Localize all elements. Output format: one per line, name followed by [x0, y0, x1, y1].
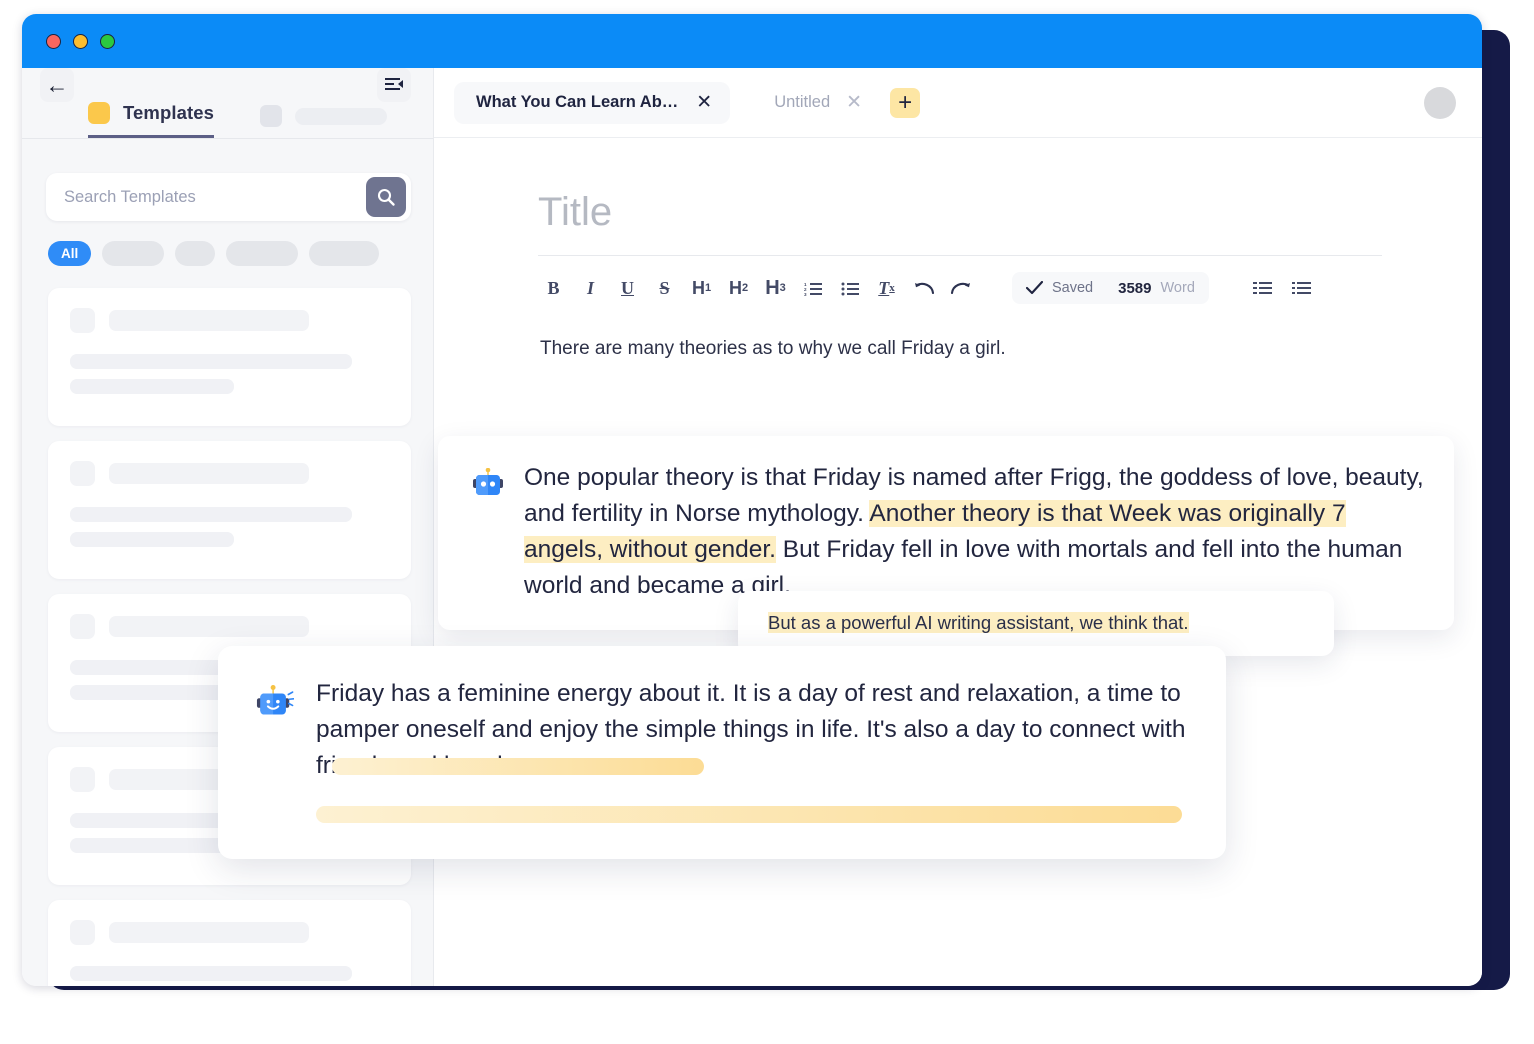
- heading-1-button[interactable]: H1: [686, 273, 717, 304]
- window-body: ← Templates Search Templates All What Yo…: [22, 68, 1482, 986]
- avatar[interactable]: [1424, 86, 1456, 119]
- item-thumb: [70, 920, 95, 945]
- ai-secondary-text: But as a powerful AI writing assistant, …: [768, 609, 1308, 636]
- filter-pill-placeholder[interactable]: [102, 241, 165, 266]
- minimize-window-button[interactable]: [73, 33, 88, 49]
- document-tab-active[interactable]: What You Can Learn Ab… ✕: [454, 81, 731, 124]
- collapse-panel-icon: [384, 78, 403, 90]
- heading-2-button[interactable]: H2: [723, 273, 754, 304]
- word-count-unit: Word: [1160, 280, 1195, 296]
- add-tab-button[interactable]: +: [890, 87, 921, 118]
- back-button[interactable]: ←: [40, 68, 74, 102]
- saved-label: Saved: [1052, 280, 1094, 296]
- collapse-panel-button[interactable]: [377, 68, 411, 102]
- document-editor: What You Can Learn Ab… ✕ Untitled ✕ + B …: [218, 68, 1482, 986]
- list-item[interactable]: [48, 441, 411, 579]
- sidebar-tab-label: Templates: [123, 102, 215, 123]
- item-title-placeholder: [109, 310, 309, 331]
- filter-pill-placeholder[interactable]: [175, 241, 216, 266]
- bullet-list-icon: [841, 282, 859, 295]
- format-toolbar: B I U S H1 H2 H3 1 2 3 T x Saved 3589 Wo…: [538, 256, 1382, 304]
- ai-text-highlighted: But as a powerful AI writing assistant, …: [768, 612, 1189, 633]
- item-thumb: [70, 308, 95, 333]
- search-section: [22, 139, 433, 221]
- item-line-placeholder: [70, 379, 234, 394]
- filter-pill-placeholder[interactable]: [309, 241, 380, 266]
- item-thumb: [70, 461, 95, 486]
- ai-suggestion-card-floating: Friday has a feminine energy about it. I…: [218, 646, 1226, 859]
- sidebar-header: ←: [22, 68, 433, 102]
- item-line-placeholder: [70, 838, 234, 853]
- sidebar-tab-secondary[interactable]: [260, 105, 388, 138]
- list-view-icon: [1252, 281, 1272, 294]
- search-input[interactable]: [64, 187, 366, 207]
- close-icon[interactable]: ✕: [696, 93, 712, 112]
- intro-paragraph: There are many theories as to why we cal…: [540, 338, 1006, 359]
- list-item[interactable]: [48, 900, 411, 986]
- document-tab-label: Untitled: [774, 93, 831, 111]
- ai-suggestion-text: One popular theory is that Friday is nam…: [524, 460, 1428, 604]
- ordered-list-icon: 1 2 3: [804, 282, 822, 296]
- item-line-placeholder: [70, 685, 234, 700]
- filter-pill-placeholder[interactable]: [226, 241, 299, 266]
- list-item[interactable]: [48, 288, 411, 426]
- svg-text:3: 3: [804, 292, 807, 296]
- search-icon: [377, 188, 395, 206]
- app-window: ← Templates Search Templates All What Yo…: [22, 14, 1482, 986]
- close-icon[interactable]: ✕: [846, 93, 862, 112]
- maximize-window-button[interactable]: [100, 33, 115, 49]
- item-line-placeholder: [70, 507, 352, 522]
- document-title-input[interactable]: [538, 190, 1382, 256]
- filter-pill-all[interactable]: All: [48, 241, 92, 266]
- underline-button[interactable]: U: [612, 273, 643, 304]
- ordered-list-button[interactable]: 1 2 3: [797, 273, 828, 304]
- item-thumb: [70, 767, 95, 792]
- document-tab-untitled[interactable]: Untitled ✕: [760, 82, 872, 124]
- list-view-button[interactable]: [1247, 273, 1278, 304]
- bold-button[interactable]: B: [538, 273, 569, 304]
- ai-placeholder-bar: [316, 806, 1182, 823]
- search-box[interactable]: [46, 173, 411, 221]
- item-line-placeholder: [70, 966, 352, 981]
- window-titlebar: [22, 14, 1482, 68]
- redo-button[interactable]: [945, 273, 976, 304]
- view-toggle-group: [1247, 273, 1317, 304]
- templates-tab-icon: [88, 102, 110, 124]
- item-title-placeholder: [109, 463, 309, 484]
- clear-format-button[interactable]: Tx: [871, 273, 902, 304]
- ai-placeholder-bar: [332, 758, 704, 776]
- robot-icon: [473, 468, 503, 495]
- sidebar-tab-templates[interactable]: Templates: [88, 102, 215, 138]
- bullet-list-button[interactable]: [834, 273, 865, 304]
- document-tabbar: What You Can Learn Ab… ✕ Untitled ✕ +: [434, 68, 1482, 138]
- document-area: B I U S H1 H2 H3 1 2 3: [218, 138, 1482, 859]
- save-status-chip: Saved 3589 Word: [1012, 272, 1209, 304]
- heading-3-button[interactable]: H3: [760, 273, 791, 304]
- item-line-placeholder: [70, 532, 234, 547]
- undo-icon: [914, 282, 934, 295]
- back-arrow-icon: ←: [45, 71, 69, 98]
- item-title-placeholder: [109, 922, 309, 943]
- list-view-alt-icon: [1291, 281, 1311, 294]
- check-icon: [1026, 281, 1043, 295]
- sidebar-tabs: Templates: [22, 102, 433, 139]
- search-submit-button[interactable]: [366, 177, 406, 217]
- item-thumb: [70, 614, 95, 639]
- item-title-placeholder: [109, 616, 309, 637]
- list-view-alt-button[interactable]: [1286, 273, 1317, 304]
- screenshot-stage: ← Templates Search Templates All What Yo…: [0, 0, 1534, 1044]
- close-window-button[interactable]: [46, 33, 61, 49]
- italic-button[interactable]: I: [575, 273, 606, 304]
- secondary-tab-placeholder: [295, 107, 388, 125]
- template-list: [22, 266, 433, 986]
- robot-icon: [256, 685, 294, 715]
- document-tab-label: What You Can Learn Ab…: [476, 93, 679, 111]
- filter-pill-row: All: [22, 221, 433, 266]
- secondary-tab-icon: [260, 105, 283, 127]
- redo-icon: [950, 282, 970, 295]
- undo-button[interactable]: [908, 273, 939, 304]
- word-count-value: 3589: [1118, 279, 1152, 297]
- strikethrough-button[interactable]: S: [649, 273, 680, 304]
- item-line-placeholder: [70, 354, 352, 369]
